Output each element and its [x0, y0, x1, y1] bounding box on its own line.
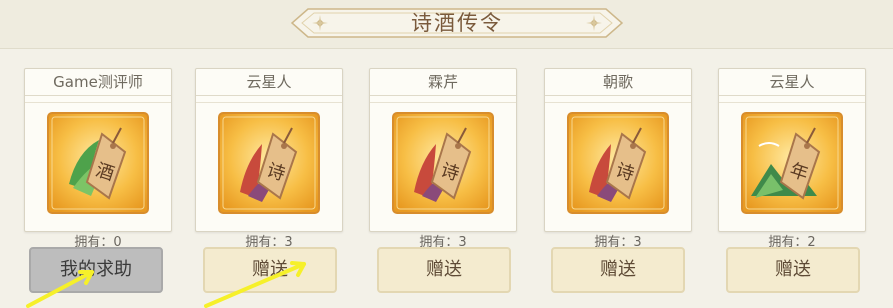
player-name: Game测评师 [25, 69, 171, 96]
card-divider [719, 96, 865, 103]
player-name: 霖芹 [370, 69, 516, 96]
gift-button[interactable]: 赠送 [377, 247, 511, 293]
token-icon-frame: 诗 [392, 112, 494, 214]
gift-button[interactable]: 赠送 [551, 247, 685, 293]
card-divider [196, 96, 342, 103]
player-name: 云星人 [196, 69, 342, 96]
player-card-1: Game测评师 酒 [24, 68, 172, 232]
my-help-request-button[interactable]: 我的求助 [29, 247, 163, 293]
player-card-2: 云星人 诗 [195, 68, 343, 232]
player-card-5: 云星人 年 [718, 68, 866, 232]
card-divider [370, 96, 516, 103]
token-icon-frame: 诗 [218, 112, 320, 214]
token-icon-frame: 年 [741, 112, 843, 214]
player-name: 朝歌 [545, 69, 691, 96]
wooden-tag-token-icon: 酒 [47, 112, 149, 214]
wooden-tag-token-icon: 诗 [567, 112, 669, 214]
wooden-tag-token-icon: 诗 [218, 112, 320, 214]
wooden-tag-token-icon: 诗 [392, 112, 494, 214]
player-name: 云星人 [719, 69, 865, 96]
token-icon-frame: 诗 [567, 112, 669, 214]
title-bar: 诗酒传令 [288, 6, 626, 40]
gift-button[interactable]: 赠送 [203, 247, 337, 293]
wooden-tag-token-icon: 年 [741, 112, 843, 214]
page-title: 诗酒传令 [411, 11, 503, 35]
card-divider [25, 96, 171, 103]
token-icon-frame: 酒 [47, 112, 149, 214]
gift-button[interactable]: 赠送 [726, 247, 860, 293]
player-card-3: 霖芹 诗 [369, 68, 517, 232]
player-card-4: 朝歌 诗 [544, 68, 692, 232]
card-divider [545, 96, 691, 103]
